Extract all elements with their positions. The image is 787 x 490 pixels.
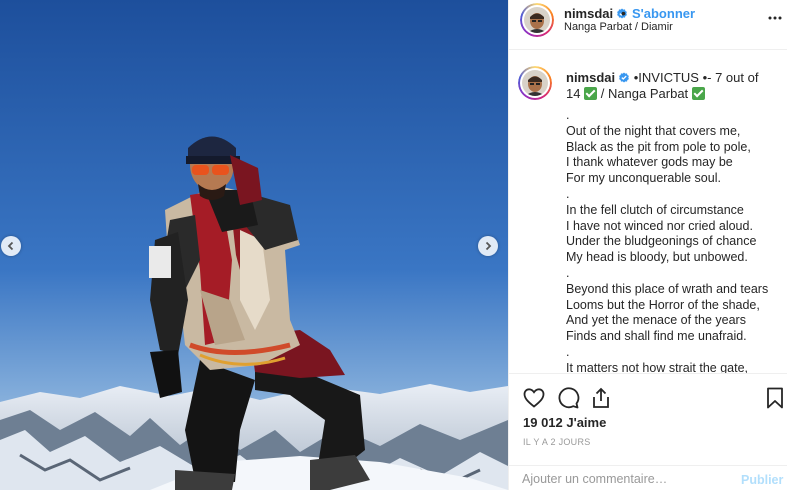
username-text[interactable]: nimsdai [564, 6, 613, 21]
likes-count[interactable]: 19 012 J'aime [523, 415, 606, 430]
caption-body: . Out of the night that covers me, Black a… [566, 108, 781, 373]
post-photo[interactable] [0, 0, 508, 490]
caption-line: Under the bludgeonings of chance [566, 234, 757, 249]
location-link[interactable]: Nanga Parbat / Diamir [564, 21, 673, 33]
comment-input[interactable] [522, 472, 722, 486]
caption-avatar[interactable] [518, 66, 552, 100]
caption-line: Out of the night that covers me, [566, 123, 741, 138]
bookmark-icon[interactable] [763, 386, 787, 410]
caption-line: I have not winced nor cried aloud. [566, 218, 753, 233]
caption-line: I thank whatever gods may be [566, 155, 733, 170]
check-mark-emoji-icon [584, 87, 598, 100]
caption-line: My head is bloody, but unbowed. [566, 250, 748, 265]
avatar[interactable] [520, 3, 554, 37]
caption-line: And yet the menace of the years [566, 313, 746, 328]
chevron-left-icon [7, 241, 14, 251]
caption-line: It matters not how strait the gate, [566, 360, 749, 373]
share-icon[interactable] [589, 386, 613, 410]
header-username[interactable]: nimsdai [564, 6, 628, 21]
heart-icon[interactable] [522, 386, 546, 410]
caption-line: . [566, 265, 570, 280]
summit-photo-image [0, 0, 508, 490]
publish-button[interactable]: Publier [741, 473, 783, 487]
caption-line: Finds and shall find me unafraid. [566, 329, 747, 344]
caption-line: Beyond this place of wrath and tears [566, 281, 769, 296]
caption-line: In the fell clutch of circumstance [566, 202, 744, 217]
caption-line: Black as the pit from pole to pole, [566, 139, 751, 154]
caption-title-suffix: / Nanga Parbat [600, 86, 689, 101]
post-date[interactable]: IL Y A 2 JOURS [523, 437, 591, 447]
caption-heading: nimsdai •INVICTUS •- 7 out of 14 / Nanga… [566, 70, 776, 102]
caption-line: . [566, 186, 570, 201]
caption-line: For my unconquerable soul. [566, 171, 721, 186]
comment-form: Publier [509, 465, 787, 490]
caption-area: nimsdai •INVICTUS •- 7 out of 14 / Nanga… [509, 51, 787, 373]
next-photo-button[interactable] [478, 236, 498, 256]
post-header: nimsdai • S'abonner Nanga Parbat / Diami… [509, 0, 787, 50]
check-mark-emoji-icon [691, 87, 705, 100]
verified-badge-icon [619, 72, 630, 83]
avatar-image [522, 70, 548, 96]
post-side-panel: nimsdai • S'abonner Nanga Parbat / Diami… [508, 0, 787, 490]
avatar-image [524, 7, 550, 33]
caption-line: . [566, 108, 570, 122]
chevron-right-icon [485, 241, 492, 251]
header-separator: • [621, 5, 626, 21]
comment-bubble-icon[interactable] [556, 386, 580, 410]
post-actions: 19 012 J'aime IL Y A 2 JOURS Publier [509, 373, 787, 490]
caption-username[interactable]: nimsdai [566, 70, 615, 85]
follow-button[interactable]: S'abonner [632, 6, 695, 21]
caption-line: Looms but the Horror of the shade, [566, 297, 760, 312]
previous-photo-button[interactable] [1, 236, 21, 256]
caption-line: . [566, 344, 570, 359]
more-options-icon[interactable] [767, 10, 783, 26]
